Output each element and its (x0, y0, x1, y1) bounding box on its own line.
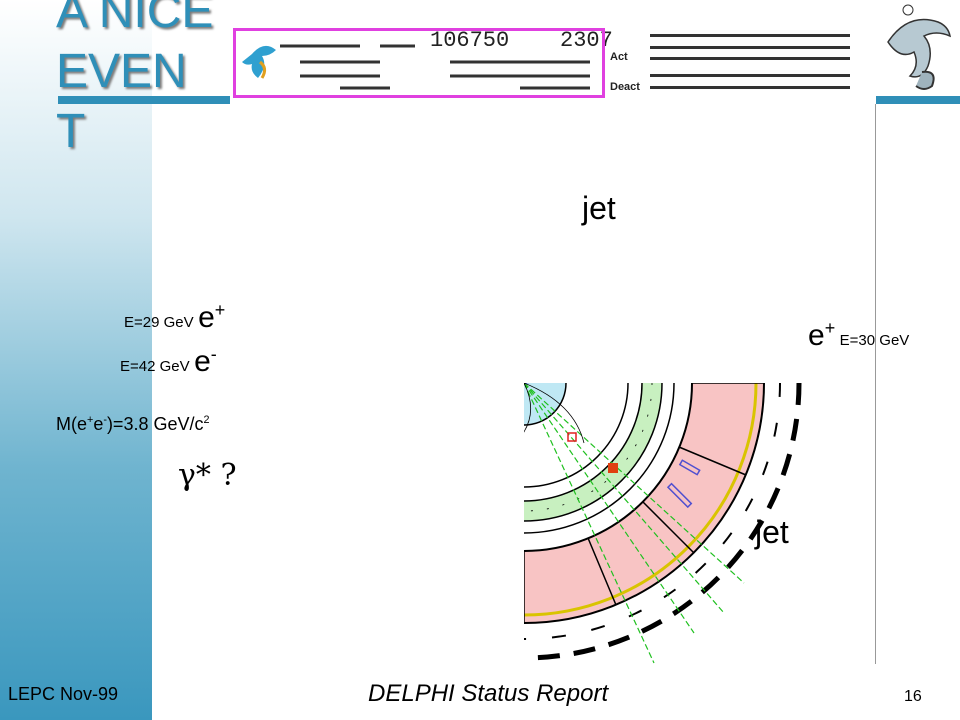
e-minus-symbol: e- (194, 344, 217, 378)
e-symbol: e (808, 319, 825, 352)
act-label: Act (610, 51, 628, 63)
e-symbol: e (198, 301, 215, 334)
charge-minus: - (210, 344, 217, 364)
trigger-table (650, 34, 850, 89)
page-number: 16 (904, 688, 922, 705)
event-display (524, 383, 802, 664)
energy-29-label: E=29 GeV (124, 314, 194, 331)
energy-42-label: E=42 GeV (120, 358, 190, 375)
jet-label-top: jet (582, 190, 616, 226)
header-logo-frame (233, 28, 605, 98)
mass-exponent: 2 (203, 414, 210, 426)
electron-negative-left-label: E=42 GeV e- (120, 344, 217, 379)
e-plus-right-symbol: e+ (808, 318, 836, 352)
deact-label: Deact (610, 81, 640, 93)
electron-positive-right-label: e+ E=30 GeV (808, 318, 909, 353)
mass-value: )=3.8 GeV/c (106, 414, 204, 434)
mass-mid: e (93, 414, 104, 434)
dolphin-logo-icon (887, 4, 952, 90)
photon-question-label: γ* ? (178, 458, 237, 493)
charge-plus: + (214, 300, 226, 320)
energy-30-label: E=30 GeV (839, 332, 910, 349)
mass-prefix: M(e (56, 414, 87, 434)
title-underline-bar-right (876, 96, 960, 104)
jet-label-bottom: jet (755, 514, 789, 550)
e-plus-symbol: e+ (198, 300, 226, 334)
charge-plus: + (824, 318, 836, 338)
slide-title: A NICE EVEN T (56, 0, 214, 158)
electron-positive-left-label: E=29 GeV e+ (124, 300, 225, 335)
electron-tracks (524, 383, 530, 384)
e-symbol: e (194, 345, 211, 378)
invariant-mass-label: M(e+e-)=3.8 GeV/c2 (56, 414, 210, 435)
footer-conference: LEPC Nov-99 (8, 684, 119, 704)
footer-title: DELPHI Status Report (368, 680, 609, 707)
